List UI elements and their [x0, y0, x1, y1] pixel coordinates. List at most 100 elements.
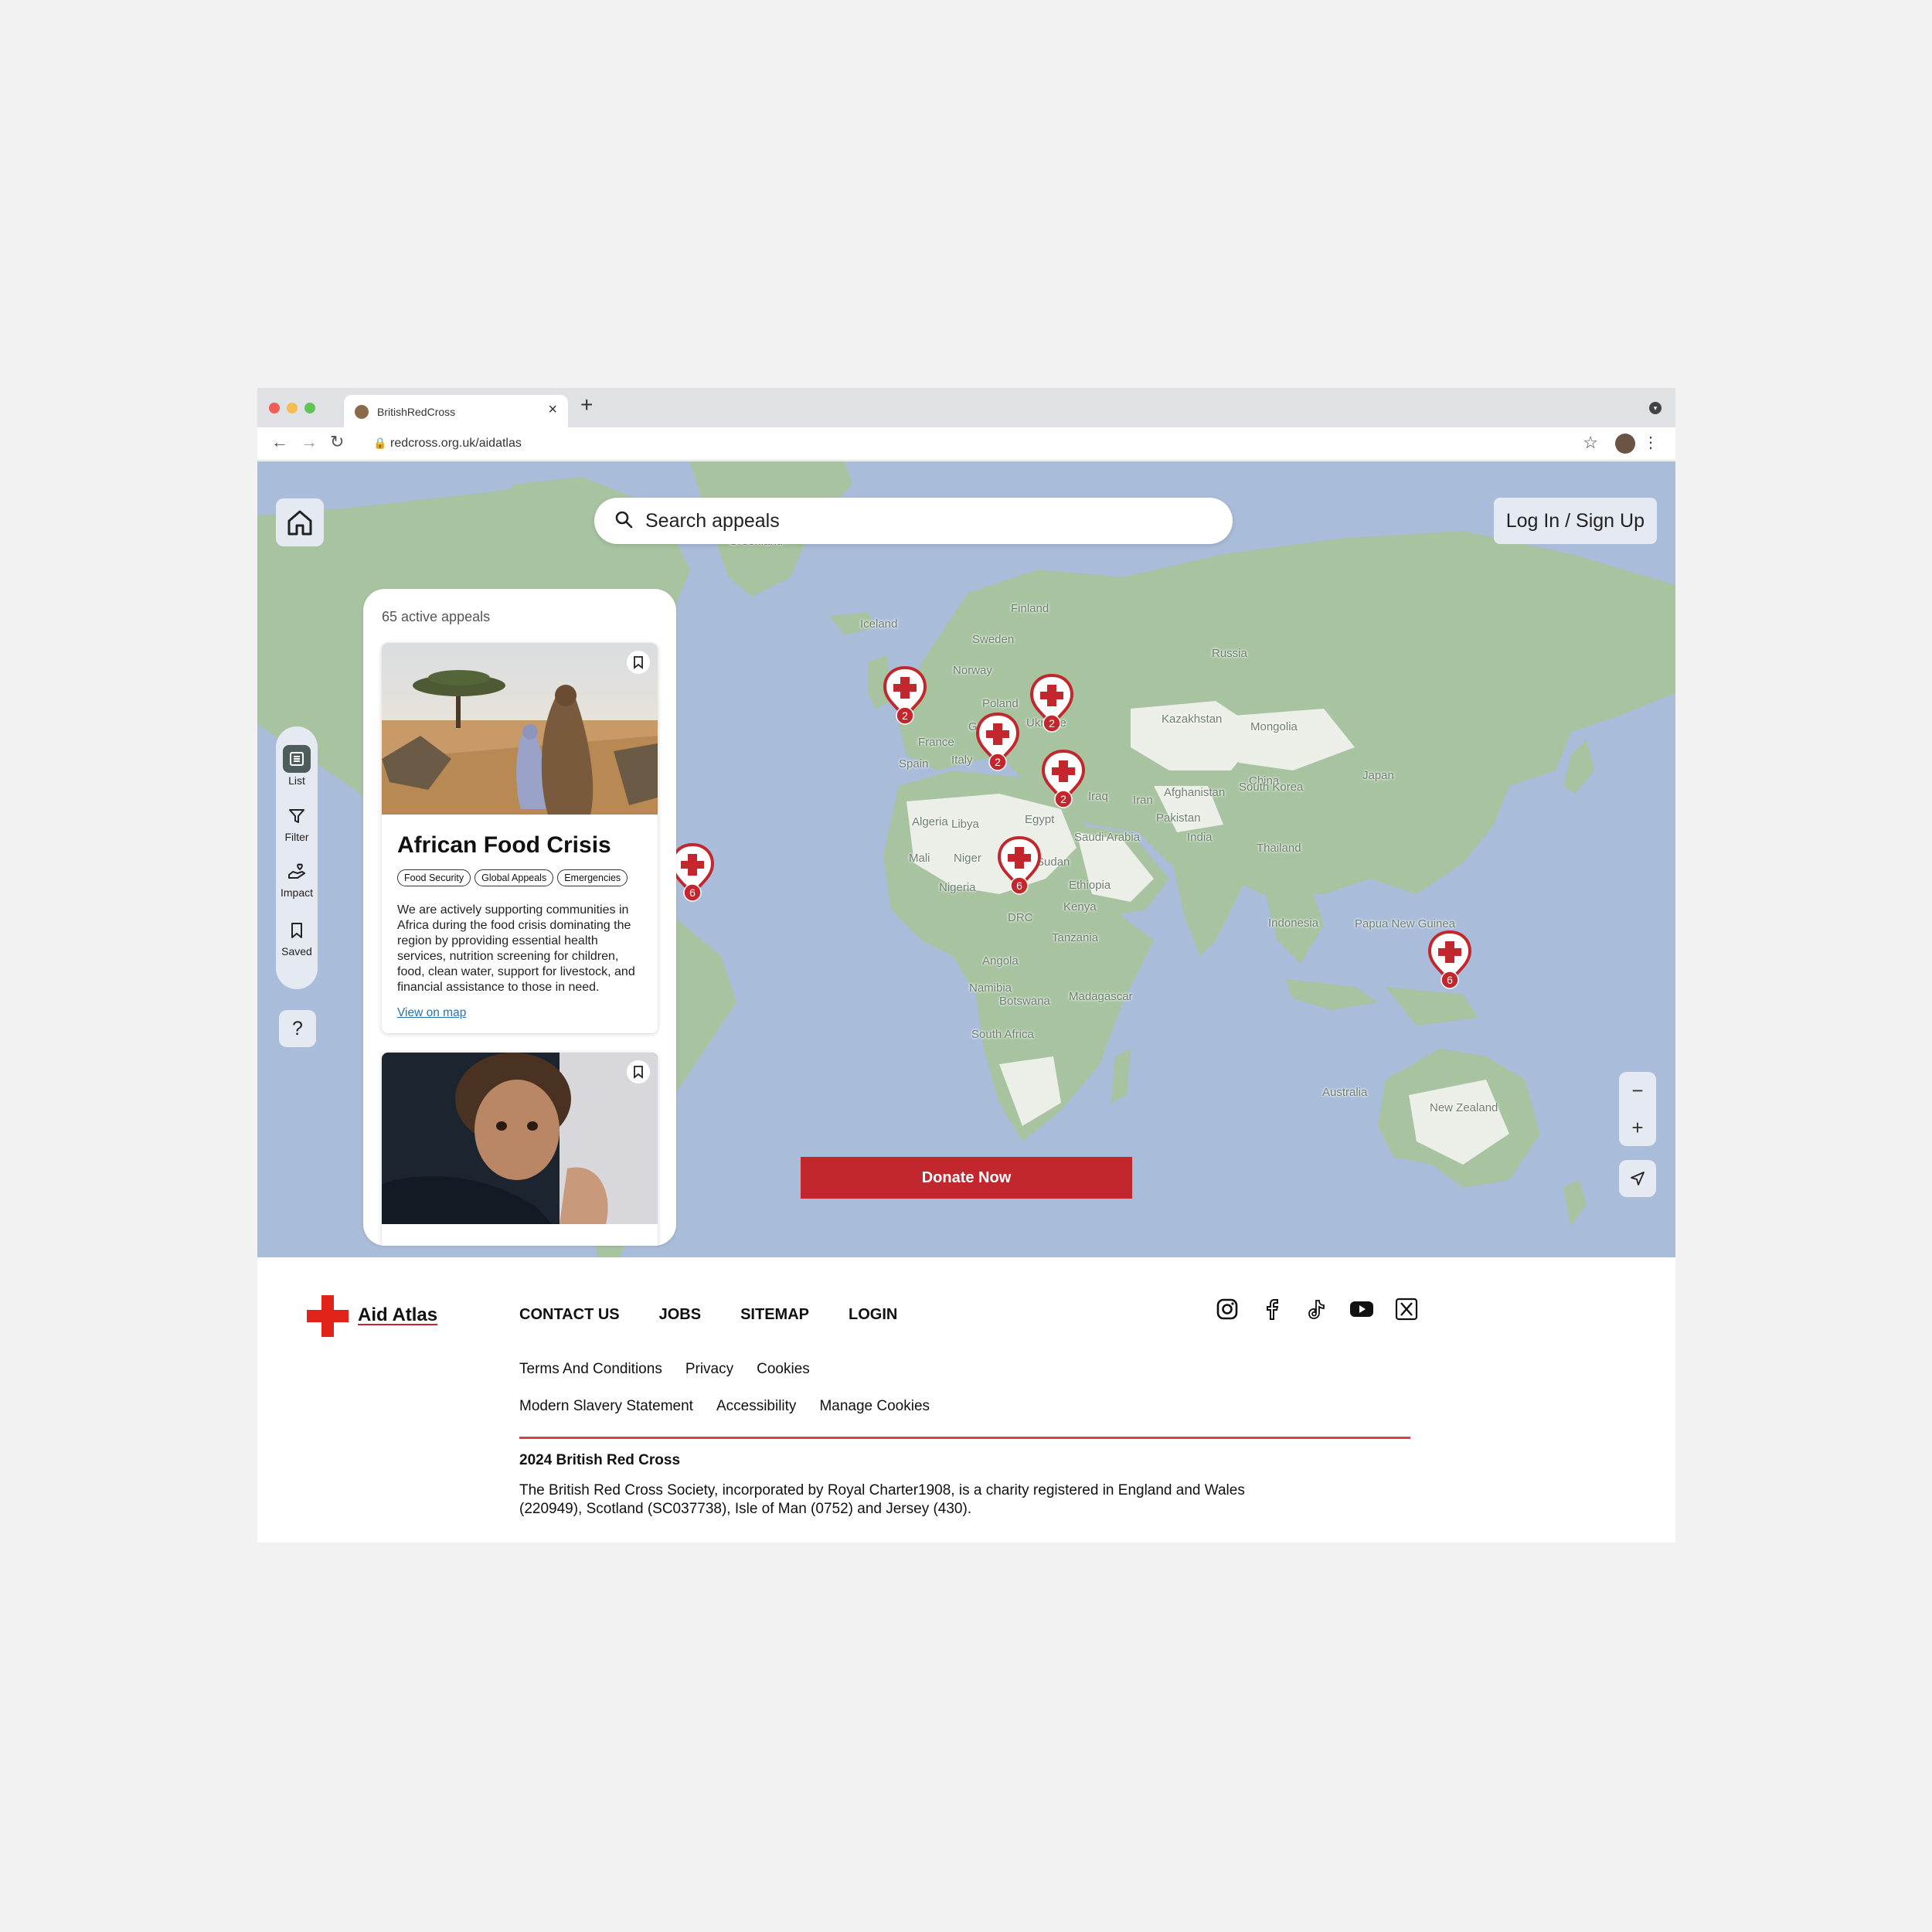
- impact-icon: [288, 863, 305, 879]
- help-button[interactable]: ?: [279, 1010, 316, 1047]
- map-label-new-zealand: New Zealand: [1430, 1101, 1498, 1114]
- tab-search-icon[interactable]: ▾: [1649, 402, 1662, 414]
- zoom-controls: − +: [1619, 1072, 1656, 1146]
- sidebar-item-impact[interactable]: Impact: [276, 861, 318, 899]
- map-label-south-africa: South Africa: [971, 1028, 1034, 1041]
- appeal-description: We are actively supporting communities i…: [397, 903, 635, 994]
- sidebar-item-label: List: [288, 774, 305, 787]
- red-cross-logo[interactable]: [307, 1295, 349, 1337]
- legal-notice: The British Red Cross Society, incorpora…: [519, 1482, 1245, 1517]
- map-label-angola: Angola: [982, 954, 1019, 968]
- tab-title: BritishRedCross: [377, 406, 456, 418]
- contact-us-link[interactable]: CONTACT US: [519, 1306, 620, 1324]
- maximize-window-button[interactable]: [304, 403, 315, 413]
- close-tab-icon[interactable]: ×: [548, 401, 557, 419]
- search-placeholder: Search appeals: [645, 510, 780, 532]
- bookmark-button[interactable]: [627, 1060, 650, 1083]
- map-label-pakistan: Pakistan: [1156, 811, 1201, 825]
- instagram-icon[interactable]: [1213, 1295, 1241, 1323]
- sidebar-item-filter[interactable]: Filter: [276, 807, 318, 843]
- map-marker-middle-east[interactable]: 2: [1039, 748, 1088, 810]
- bookmark-star-icon[interactable]: ☆: [1583, 433, 1598, 453]
- cookies-link[interactable]: Cookies: [757, 1361, 810, 1378]
- map-label-afghanistan: Afghanistan: [1164, 786, 1226, 799]
- map-label-australia: Australia: [1322, 1086, 1368, 1099]
- map-label-iran: Iran: [1133, 794, 1153, 807]
- map-label-egypt: Egypt: [1025, 813, 1055, 826]
- modern-slavery-link[interactable]: Modern Slavery Statement: [519, 1398, 693, 1415]
- appeal-tags: Food Security Global Appeals Emergencies: [397, 869, 628, 886]
- map-label-japan: Japan: [1362, 769, 1394, 782]
- donate-now-button[interactable]: Donate Now: [801, 1157, 1132, 1199]
- sidebar-item-label: Impact: [280, 886, 313, 899]
- marker-count: 2: [1060, 793, 1066, 805]
- world-map[interactable]: IcelandFinlandSwedenNorwayRussiaPolandGe…: [257, 461, 1675, 1257]
- sidebar-item-saved[interactable]: Saved: [276, 921, 318, 957]
- locate-button[interactable]: [1619, 1160, 1656, 1197]
- privacy-link[interactable]: Privacy: [685, 1361, 733, 1378]
- map-label-botswana: Botswana: [999, 995, 1050, 1008]
- close-window-button[interactable]: [269, 403, 280, 413]
- reload-icon[interactable]: ↻: [330, 432, 344, 452]
- marker-count: 2: [995, 756, 1001, 768]
- map-marker-australia[interactable]: 6: [1425, 929, 1475, 991]
- sidebar-item-list[interactable]: List: [276, 745, 318, 787]
- appeal-title: African Food Crisis: [397, 832, 611, 858]
- new-tab-button[interactable]: +: [580, 393, 593, 417]
- footer-divider: [519, 1437, 1410, 1439]
- map-label-norway: Norway: [953, 664, 992, 677]
- marker-count: 6: [1447, 974, 1453, 986]
- tag-food-security[interactable]: Food Security: [397, 869, 471, 886]
- map-marker-italy[interactable]: 2: [973, 711, 1022, 773]
- footer: Aid Atlas CONTACT US JOBS SITEMAP LOGIN …: [257, 1257, 1675, 1543]
- map-label-madagascar: Madagascar: [1069, 990, 1133, 1003]
- tag-emergencies[interactable]: Emergencies: [557, 869, 628, 886]
- map-label-south-korea: South Korea: [1239, 781, 1304, 794]
- jobs-link[interactable]: JOBS: [659, 1306, 701, 1324]
- manage-cookies-link[interactable]: Manage Cookies: [819, 1398, 930, 1415]
- login-link[interactable]: LOGIN: [849, 1306, 897, 1324]
- map-label-italy: Italy: [951, 753, 973, 767]
- search-input[interactable]: Search appeals: [594, 498, 1233, 544]
- facebook-icon[interactable]: [1258, 1295, 1286, 1323]
- address-bar[interactable]: redcross.org.uk/aidatlas: [390, 437, 522, 451]
- minimize-window-button[interactable]: [287, 403, 298, 413]
- active-appeals-count: 65 active appeals: [382, 609, 491, 624]
- youtube-icon[interactable]: [1348, 1295, 1376, 1323]
- sitemap-link[interactable]: SITEMAP: [740, 1306, 809, 1324]
- back-icon[interactable]: ←: [271, 432, 288, 452]
- map-label-libya: Libya: [951, 818, 979, 831]
- map-marker-ukraine[interactable]: 2: [1027, 672, 1077, 734]
- sidebar-item-label: Filter: [284, 831, 309, 843]
- map-marker-central-africa[interactable]: 6: [995, 835, 1044, 896]
- forward-icon[interactable]: →: [301, 432, 318, 452]
- home-button[interactable]: [276, 498, 324, 546]
- map-marker-united-kingdom[interactable]: 2: [880, 665, 930, 726]
- zoom-in-button[interactable]: +: [1619, 1109, 1656, 1146]
- terms-link[interactable]: Terms And Conditions: [519, 1361, 662, 1378]
- favicon-icon: [355, 405, 369, 419]
- view-on-map-link[interactable]: View on map: [397, 1006, 466, 1020]
- brand-name[interactable]: Aid Atlas: [358, 1304, 437, 1326]
- accessibility-link[interactable]: Accessibility: [716, 1398, 796, 1415]
- map-sidebar: List Filter Impact Saved: [276, 726, 318, 989]
- menu-icon[interactable]: ⋮: [1643, 433, 1658, 452]
- bookmark-icon: [291, 923, 302, 938]
- bookmark-button[interactable]: [627, 651, 650, 674]
- map-label-kenya: Kenya: [1063, 900, 1097, 913]
- navigation-arrow-icon: [1631, 1172, 1645, 1185]
- login-signup-button[interactable]: Log In / Sign Up: [1493, 498, 1657, 544]
- x-icon[interactable]: [1393, 1295, 1420, 1323]
- tag-global-appeals[interactable]: Global Appeals: [474, 869, 554, 886]
- lock-icon: 🔒: [373, 437, 387, 449]
- map-label-iraq: Iraq: [1088, 790, 1108, 803]
- profile-avatar[interactable]: [1615, 434, 1635, 454]
- map-label-russia: Russia: [1212, 647, 1247, 660]
- zoom-out-button[interactable]: −: [1619, 1072, 1656, 1109]
- browser-tab[interactable]: BritishRedCross ×: [344, 395, 568, 427]
- appeal-card[interactable]: [382, 1053, 658, 1246]
- filter-icon: [289, 809, 304, 823]
- tiktok-icon[interactable]: [1303, 1295, 1331, 1323]
- appeal-card[interactable]: African Food Crisis Food Security Global…: [382, 643, 658, 1033]
- browser-toolbar: ← → ↻ 🔒 redcross.org.uk/aidatlas ☆ ⋮: [257, 427, 1675, 461]
